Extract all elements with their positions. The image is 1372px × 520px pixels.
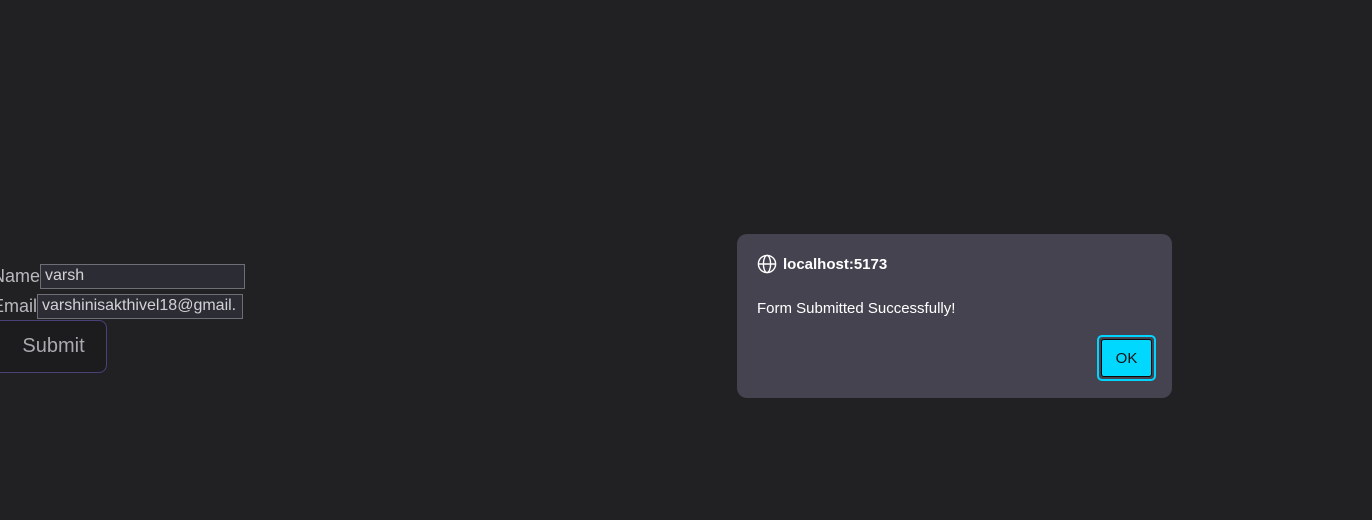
- contact-form: Name Email Submit: [0, 0, 300, 400]
- dialog-message: Form Submitted Successfully!: [757, 300, 956, 317]
- ok-button-label: OK: [1101, 339, 1152, 377]
- email-label: Email: [0, 296, 38, 316]
- dialog-header: localhost:5173: [757, 254, 887, 274]
- name-row: Name: [0, 262, 246, 290]
- ok-button[interactable]: OK: [1097, 335, 1156, 381]
- dialog-origin: localhost:5173: [783, 255, 888, 273]
- submit-button[interactable]: Submit: [0, 320, 107, 373]
- email-input[interactable]: [37, 293, 244, 319]
- page: Name Email Submit localhost:5173 Form Su…: [0, 0, 1372, 520]
- globe-icon: [757, 254, 777, 274]
- name-label: Name: [0, 266, 41, 286]
- name-input[interactable]: [40, 263, 246, 289]
- email-row: Email: [0, 292, 244, 320]
